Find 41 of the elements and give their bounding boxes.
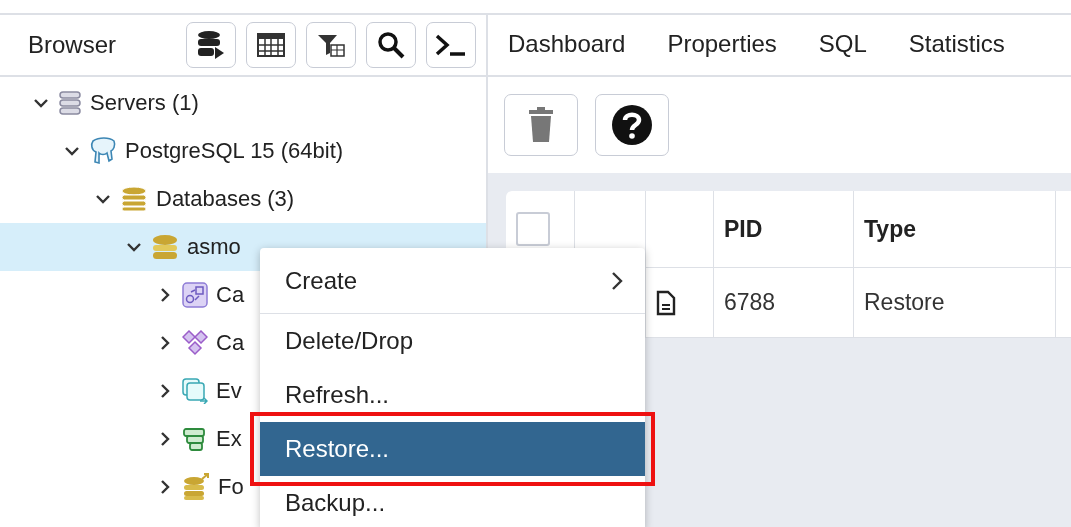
tree-item[interactable]: PostgreSQL 15 (64bit) <box>0 127 486 175</box>
menu-item[interactable]: Create <box>260 248 645 314</box>
table-cell: Restore <box>854 268 1056 338</box>
toolbar-button[interactable] <box>186 22 236 68</box>
database-icon <box>151 234 179 260</box>
search-icon <box>377 31 405 59</box>
checkbox[interactable] <box>516 212 550 246</box>
toolbar-button[interactable] <box>246 22 296 68</box>
database-arrow-icon <box>182 473 210 501</box>
chevron-right-icon <box>611 270 623 291</box>
trash-icon <box>527 107 555 143</box>
tree-item[interactable]: Databases (3) <box>0 175 486 223</box>
toolbar-button[interactable] <box>366 22 416 68</box>
tab[interactable]: Properties <box>667 25 777 65</box>
database-stack-icon <box>120 186 148 212</box>
tree-item[interactable]: Servers (1) <box>0 79 486 127</box>
table-cell: 6788 <box>714 268 854 338</box>
tab[interactable]: Dashboard <box>508 25 626 65</box>
toolbar-button[interactable] <box>426 22 476 68</box>
document-icon[interactable] <box>656 289 676 316</box>
help-button[interactable] <box>595 94 669 156</box>
column-header: PID <box>714 191 854 268</box>
panel-title: Browser <box>28 31 118 59</box>
diamond-cluster-icon <box>182 330 208 356</box>
menu-item[interactable]: Backup... <box>260 476 645 527</box>
database-play-icon <box>197 30 225 60</box>
tab[interactable]: SQL <box>818 25 867 65</box>
cast-icon <box>182 282 208 308</box>
menu-item[interactable]: Refresh... <box>260 368 645 422</box>
filter-table-icon <box>317 33 345 57</box>
menu-item[interactable]: Restore... <box>260 422 645 476</box>
tab[interactable]: Statistics <box>908 25 1005 65</box>
help-icon <box>611 104 653 146</box>
table-icon <box>257 33 285 57</box>
menu-item[interactable]: Delete/Drop <box>260 314 645 368</box>
toolbar-button[interactable] <box>306 22 356 68</box>
terminal-icon <box>435 33 467 57</box>
stacked-squares-icon <box>182 378 208 404</box>
server-stack-icon <box>58 90 82 116</box>
puzzle-blocks-icon <box>182 426 208 452</box>
column-header: Type <box>854 191 1056 268</box>
